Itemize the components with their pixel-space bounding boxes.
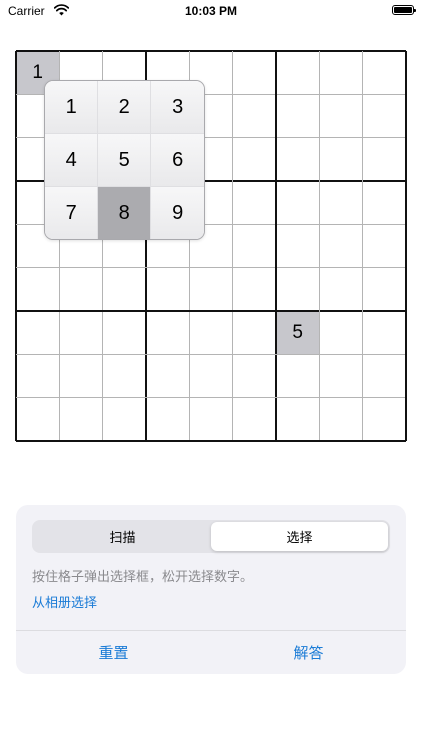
- grid-line-horizontal: [16, 310, 406, 312]
- battery-icon: [392, 5, 416, 15]
- grid-line-horizontal: [16, 397, 406, 399]
- solve-button[interactable]: 解答: [211, 642, 406, 663]
- grid-line-vertical: [318, 51, 320, 441]
- mode-segmented-control: 扫描 选择: [32, 520, 390, 553]
- grid-line-vertical: [232, 51, 234, 441]
- picker-key-6[interactable]: 6: [151, 134, 204, 188]
- grid-line-vertical: [405, 51, 407, 441]
- picker-key-3[interactable]: 3: [151, 81, 204, 135]
- status-bar: Carrier 10:03 PM: [0, 0, 422, 24]
- picker-key-9[interactable]: 9: [151, 187, 204, 239]
- grid-line-horizontal: [16, 50, 406, 52]
- tab-scan[interactable]: 扫描: [34, 522, 211, 551]
- battery-level: [394, 7, 412, 13]
- picker-key-8[interactable]: 8: [98, 187, 152, 239]
- grid-line-horizontal: [16, 440, 406, 442]
- instruction-text: 按住格子弹出选择框，松开选择数字。: [32, 570, 254, 585]
- grid-line-vertical: [15, 51, 17, 441]
- tab-select[interactable]: 选择: [211, 522, 388, 551]
- reset-button[interactable]: 重置: [16, 642, 211, 663]
- control-panel: 扫描 选择 按住格子弹出选择框，松开选择数字。 从相册选择 重置 解答: [16, 505, 406, 674]
- grid-line-vertical: [275, 51, 277, 441]
- picker-key-7[interactable]: 7: [45, 187, 99, 239]
- divider: [16, 630, 406, 631]
- number-picker: 123456789: [44, 80, 205, 240]
- grid-line-horizontal: [16, 353, 406, 355]
- grid-cell[interactable]: 5: [276, 311, 320, 355]
- battery-tip: [414, 9, 416, 12]
- grid-line-horizontal: [16, 267, 406, 269]
- picker-key-1[interactable]: 1: [45, 81, 99, 135]
- choose-from-album-link[interactable]: 从相册选择: [32, 592, 97, 611]
- picker-key-4[interactable]: 4: [45, 134, 99, 188]
- grid-line-vertical: [362, 51, 364, 441]
- picker-key-5[interactable]: 5: [98, 134, 152, 188]
- clock-time: 10:03 PM: [184, 4, 238, 18]
- picker-key-2[interactable]: 2: [98, 81, 152, 135]
